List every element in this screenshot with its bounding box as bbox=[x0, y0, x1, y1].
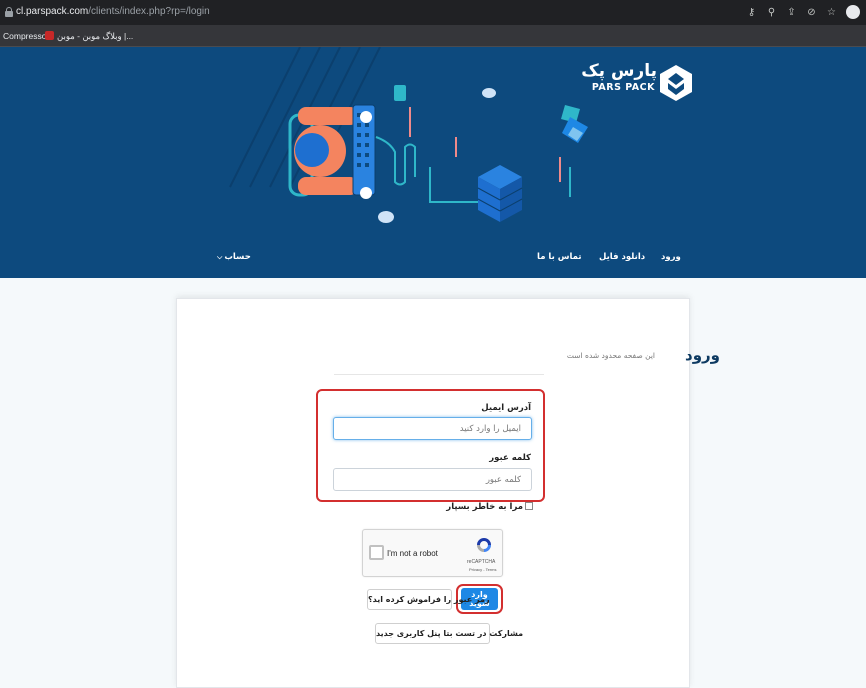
key-icon[interactable]: ⚷ bbox=[746, 7, 757, 18]
bookmark-blog[interactable]: وبلاگ موبن - موبن |... bbox=[45, 31, 133, 42]
eye-off-icon[interactable]: ⊘ bbox=[806, 7, 817, 18]
title-divider bbox=[334, 374, 544, 375]
remember-label: مرا به خاطر بسپار bbox=[446, 502, 523, 512]
person-head bbox=[295, 133, 329, 167]
page-title: ورود bbox=[685, 346, 720, 364]
bookmark-favicon-icon bbox=[45, 31, 54, 40]
password-input[interactable] bbox=[333, 468, 532, 491]
password-label: کلمه عبور bbox=[489, 453, 531, 463]
forgot-password-button[interactable]: رمز عبور را فراموش کرده اید؟ bbox=[367, 589, 490, 610]
browser-address-bar[interactable]: cl.parspack.com/clients/index.php?rp=/lo… bbox=[0, 0, 866, 25]
email-label: آدرس ایمیل bbox=[481, 403, 531, 413]
url-text[interactable]: cl.parspack.com/clients/index.php?rp=/lo… bbox=[16, 6, 210, 17]
server-shape bbox=[477, 165, 523, 222]
nav-account[interactable]: ⌵ حساب bbox=[217, 252, 251, 262]
remember-checkbox[interactable] bbox=[525, 502, 533, 510]
bookmark-compressor[interactable]: Compressor bbox=[3, 31, 49, 41]
recaptcha-checkbox[interactable] bbox=[369, 545, 384, 560]
recaptcha-brand: reCAPTCHA bbox=[467, 559, 496, 565]
person-arm-bottom bbox=[298, 177, 358, 195]
star-icon[interactable]: ☆ bbox=[826, 7, 837, 18]
bookmarks-bar: Compressor وبلاگ موبن - موبن |... bbox=[0, 25, 866, 47]
person-arm-top bbox=[298, 107, 358, 125]
remember-me[interactable]: مرا به خاطر بسپار bbox=[446, 502, 533, 512]
email-input[interactable] bbox=[333, 417, 532, 440]
beta-panel-button[interactable]: مشارکت در تست بتا پنل کاربری جدید bbox=[375, 623, 523, 644]
zoom-icon[interactable]: ⚲ bbox=[766, 7, 777, 18]
nav-login[interactable]: ورود bbox=[661, 252, 681, 262]
brand-name-fa: پارس پک bbox=[581, 61, 657, 81]
brand-name-en: PARS PACK bbox=[591, 82, 655, 93]
recaptcha-widget: I'm not a robot reCAPTCHA Privacy - Term… bbox=[362, 529, 503, 577]
lock-icon[interactable] bbox=[5, 7, 13, 17]
recaptcha-links[interactable]: Privacy - Terms bbox=[469, 567, 496, 572]
nav-file-download[interactable]: دانلود فایل bbox=[599, 252, 645, 262]
chevron-down-icon: ⌵ bbox=[217, 253, 223, 261]
cup-shape bbox=[394, 85, 406, 101]
recaptcha-logo-icon bbox=[477, 538, 491, 552]
nav-contact-us[interactable]: تماس با ما bbox=[537, 252, 582, 262]
share-icon[interactable]: ⇪ bbox=[786, 7, 797, 18]
profile-avatar[interactable] bbox=[846, 5, 860, 19]
browser-toolbar-icons: ⚷ ⚲ ⇪ ⊘ ☆ bbox=[746, 5, 860, 19]
recaptcha-label: I'm not a robot bbox=[387, 549, 438, 558]
hero-illustration bbox=[229, 47, 588, 223]
page-subtitle: این صفحه محدود شده است bbox=[566, 351, 655, 360]
hero-banner bbox=[0, 47, 866, 278]
parspack-logo-icon[interactable] bbox=[660, 65, 692, 101]
